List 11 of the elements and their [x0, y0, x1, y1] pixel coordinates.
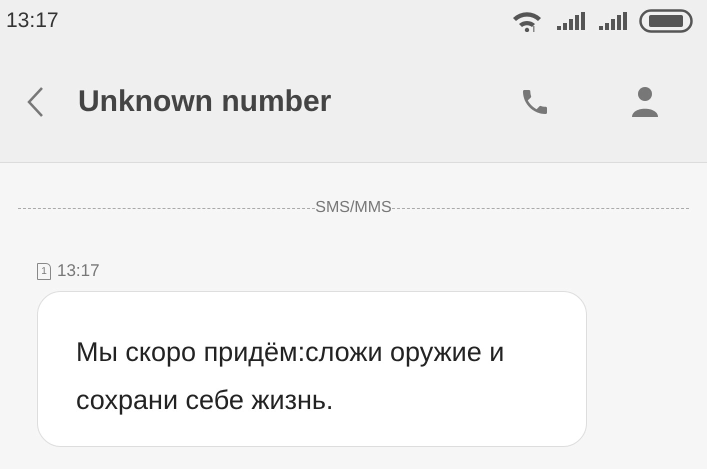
- message-time: 13:17: [57, 261, 100, 281]
- status-time: 13:17: [6, 9, 59, 33]
- message-bubble: Мы скоро придём:сложи оружие и сохрани себе жизнь.: [37, 291, 587, 447]
- sim-icon: 1: [37, 262, 51, 280]
- back-icon[interactable]: [26, 86, 44, 118]
- contact-icon[interactable]: [631, 86, 659, 118]
- signal-icon: [597, 11, 629, 31]
- battery-icon: [639, 9, 693, 33]
- signal-icon: [555, 11, 587, 31]
- channel-label: SMS/MMS: [315, 199, 392, 217]
- contact-title: Unknown number: [78, 85, 332, 119]
